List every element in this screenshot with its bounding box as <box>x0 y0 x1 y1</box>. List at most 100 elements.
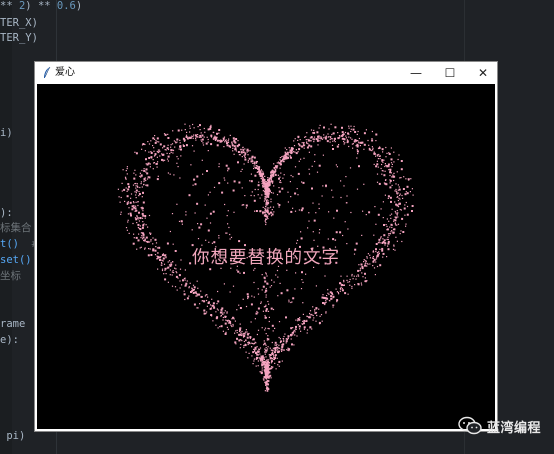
heart-particle <box>255 365 257 367</box>
heart-particle <box>380 237 382 239</box>
heart-particle <box>197 223 199 225</box>
heart-particle <box>287 201 289 203</box>
heart-particle <box>197 134 199 136</box>
tk-window[interactable]: 爱心 — ☐ ✕ 你想要替换的文字 <box>34 61 498 432</box>
heart-particle <box>274 327 276 329</box>
heart-particle <box>200 295 203 298</box>
heart-particle <box>362 276 364 278</box>
heart-particle <box>280 292 283 295</box>
heart-particle <box>264 189 266 191</box>
watermark-text: 蓝湾编程 <box>487 420 542 436</box>
code-line: e): <box>0 334 19 346</box>
heart-particle <box>268 207 270 209</box>
heart-particle <box>341 284 343 287</box>
heart-particle <box>150 232 152 234</box>
close-button[interactable]: ✕ <box>466 62 500 84</box>
heart-particle <box>392 174 394 176</box>
heart-particle <box>125 177 127 179</box>
heart-particle <box>329 300 331 302</box>
window-titlebar[interactable]: 爱心 — ☐ ✕ <box>35 62 497 84</box>
heart-particle <box>255 312 258 315</box>
heart-particle <box>327 289 329 291</box>
heart-particle <box>231 144 234 147</box>
heart-particle <box>265 344 267 346</box>
heart-particle <box>361 284 363 286</box>
heart-particle <box>226 142 228 145</box>
heart-particle <box>210 124 212 126</box>
heart-particle <box>332 196 334 198</box>
minimize-button[interactable]: — <box>399 62 433 84</box>
heart-particle <box>289 181 291 183</box>
heart-particle <box>386 225 388 228</box>
heart-particle <box>169 230 171 233</box>
heart-particle <box>216 139 219 142</box>
heart-particle <box>330 295 333 298</box>
heart-particle <box>222 330 224 332</box>
heart-particle <box>233 318 235 320</box>
heart-particle <box>266 209 269 212</box>
heart-particle <box>185 282 188 285</box>
heart-particle <box>267 327 269 330</box>
heart-particle <box>143 169 146 172</box>
heart-particle <box>192 136 194 138</box>
heart-particle <box>163 145 166 148</box>
heart-particle <box>146 172 149 175</box>
heart-particle <box>377 155 379 157</box>
heart-particle <box>257 360 259 362</box>
heart-particle <box>348 281 351 283</box>
code-line: TER_Y) <box>0 32 38 44</box>
heart-particle <box>282 338 284 340</box>
heart-particle <box>334 126 337 129</box>
heart-particle <box>389 186 392 189</box>
heart-particle <box>401 194 403 197</box>
heart-particle <box>343 143 345 145</box>
heart-particle <box>303 326 306 329</box>
heart-particle <box>306 329 309 331</box>
heart-particle <box>186 280 188 282</box>
code-line: set() <box>0 254 32 266</box>
heart-particle <box>303 142 305 144</box>
heart-particle <box>139 172 141 174</box>
heart-particle <box>135 187 137 189</box>
heart-particle <box>295 328 297 330</box>
maximize-button[interactable]: ☐ <box>433 62 467 84</box>
heart-particle <box>267 367 269 369</box>
heart-particle <box>157 161 159 163</box>
heart-particle <box>127 201 129 203</box>
heart-particle <box>229 320 231 322</box>
heart-particle <box>175 142 177 144</box>
heart-particle <box>395 212 397 214</box>
heart-particle <box>141 186 143 188</box>
heart-particle <box>289 149 292 152</box>
heart-particle <box>240 170 242 172</box>
heart-particle <box>223 146 225 148</box>
heart-particle <box>231 325 233 328</box>
heart-particle <box>127 221 129 223</box>
heart-particle <box>299 139 301 141</box>
heart-particle <box>225 332 227 334</box>
heart-particle <box>253 165 255 167</box>
heart-particle <box>232 150 234 152</box>
heart-particle <box>275 344 277 347</box>
heart-particle <box>280 160 283 163</box>
heart-particle <box>286 153 288 155</box>
heart-particle <box>154 138 156 140</box>
heart-particle <box>271 171 273 173</box>
heart-particle <box>138 195 140 197</box>
heart-particle <box>342 234 344 237</box>
heart-particle <box>230 236 233 238</box>
heart-particle <box>332 294 334 296</box>
heart-particle <box>140 181 142 183</box>
heart-particle <box>374 274 376 276</box>
heart-particle <box>169 173 171 175</box>
heart-particle <box>358 165 360 168</box>
heart-particle <box>145 224 147 226</box>
heart-particle <box>332 138 334 140</box>
heart-particle <box>295 272 297 274</box>
heart-particle <box>140 183 142 185</box>
heart-particle <box>313 129 315 131</box>
heart-particle <box>132 201 135 203</box>
heart-particle <box>226 215 228 217</box>
heart-particle <box>196 202 199 205</box>
heart-particle <box>266 282 269 285</box>
